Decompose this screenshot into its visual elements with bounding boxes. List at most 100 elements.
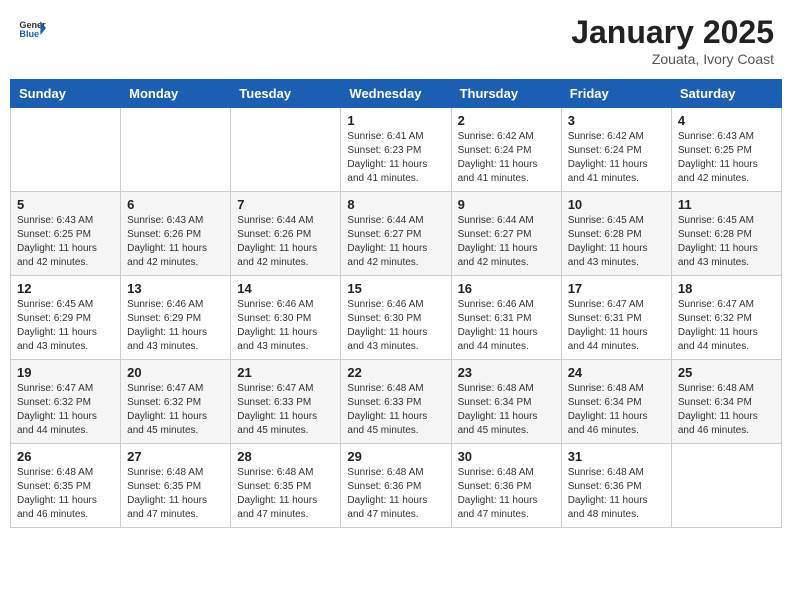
day-info: Sunrise: 6:46 AM Sunset: 6:30 PM Dayligh… [237,298,334,354]
calendar-cell: 19 Sunrise: 6:47 AM Sunset: 6:32 PM Dayli… [11,360,121,444]
weekday-header-saturday: Saturday [671,80,781,108]
page-header: General Blue January 2025 Zouata, Ivory … [10,10,782,71]
calendar-cell: 10Sunrise: 6:45 AM Sunset: 6:28 PM Dayli… [561,192,671,276]
day-info: Sunrise: 6:48 AM Sunset: 6:33 PM Dayligh… [347,382,444,438]
weekday-header-thursday: Thursday [451,80,561,108]
logo: General Blue [18,14,46,42]
weekday-header-wednesday: Wednesday [341,80,451,108]
calendar-cell [671,444,781,528]
calendar-cell: 3 Sunrise: 6:42 AM Sunset: 6:24 PM Daylig… [561,108,671,192]
calendar-cell: 23Sunrise: 6:48 AM Sunset: 6:34 PM Dayli… [451,360,561,444]
day-info: Sunrise: 6:42 AM Sunset: 6:24 PM Dayligh… [568,130,665,186]
calendar-cell: 31 Sunrise: 6:48 AM Sunset: 6:36 PM Dayli… [561,444,671,528]
calendar-cell [231,108,341,192]
calendar-cell: 7 Sunrise: 6:44 AM Sunset: 6:26 PM Daylig… [231,192,341,276]
day-number: 16 [458,281,555,296]
day-info: Sunrise: 6:46 AM Sunset: 6:31 PM Dayligh… [458,298,555,354]
day-number: 4 [678,113,775,128]
day-number: 29 [347,449,444,464]
calendar-week-row: 1 Sunrise: 6:41 AM Sunset: 6:23 PM Daylig… [11,108,782,192]
day-info: Sunrise: 6:47 AM Sunset: 6:32 PM Dayligh… [17,382,114,438]
day-info: Sunrise: 6:48 AM Sunset: 6:36 PM Dayligh… [458,466,555,522]
calendar-cell: 29 Sunrise: 6:48 AM Sunset: 6:36 PM Dayli… [341,444,451,528]
day-number: 12 [17,281,114,296]
day-info: Sunrise: 6:44 AM Sunset: 6:27 PM Dayligh… [347,214,444,270]
day-info: Sunrise: 6:47 AM Sunset: 6:31 PM Dayligh… [568,298,665,354]
calendar-cell: 13Sunrise: 6:46 AM Sunset: 6:29 PM Dayli… [121,276,231,360]
calendar-cell: 6 Sunrise: 6:43 AM Sunset: 6:26 PM Daylig… [121,192,231,276]
calendar-cell: 26Sunrise: 6:48 AM Sunset: 6:35 PM Dayli… [11,444,121,528]
svg-text:Blue: Blue [19,29,39,39]
day-info: Sunrise: 6:48 AM Sunset: 6:35 PM Dayligh… [127,466,224,522]
calendar-cell: 22 Sunrise: 6:48 AM Sunset: 6:33 PM Dayli… [341,360,451,444]
weekday-header-monday: Monday [121,80,231,108]
day-info: Sunrise: 6:47 AM Sunset: 6:32 PM Dayligh… [127,382,224,438]
weekday-header-row: SundayMondayTuesdayWednesdayThursdayFrid… [11,80,782,108]
day-number: 18 [678,281,775,296]
calendar-cell: 11 Sunrise: 6:45 AM Sunset: 6:28 PM Dayli… [671,192,781,276]
day-info: Sunrise: 6:44 AM Sunset: 6:26 PM Dayligh… [237,214,334,270]
day-info: Sunrise: 6:46 AM Sunset: 6:29 PM Dayligh… [127,298,224,354]
title-block: January 2025 Zouata, Ivory Coast [571,14,774,67]
day-number: 22 [347,365,444,380]
day-info: Sunrise: 6:45 AM Sunset: 6:28 PM Dayligh… [678,214,775,270]
day-info: Sunrise: 6:44 AM Sunset: 6:27 PM Dayligh… [458,214,555,270]
day-info: Sunrise: 6:43 AM Sunset: 6:26 PM Dayligh… [127,214,224,270]
day-number: 28 [237,449,334,464]
day-info: Sunrise: 6:48 AM Sunset: 6:34 PM Dayligh… [568,382,665,438]
day-info: Sunrise: 6:45 AM Sunset: 6:28 PM Dayligh… [568,214,665,270]
calendar-cell: 30 Sunrise: 6:48 AM Sunset: 6:36 PM Dayli… [451,444,561,528]
day-number: 30 [458,449,555,464]
day-number: 6 [127,197,224,212]
calendar-cell [121,108,231,192]
day-number: 1 [347,113,444,128]
calendar-cell: 5 Sunrise: 6:43 AM Sunset: 6:25 PM Daylig… [11,192,121,276]
calendar-week-row: 26Sunrise: 6:48 AM Sunset: 6:35 PM Dayli… [11,444,782,528]
weekday-header-sunday: Sunday [11,80,121,108]
calendar-cell: 1 Sunrise: 6:41 AM Sunset: 6:23 PM Daylig… [341,108,451,192]
page-subtitle: Zouata, Ivory Coast [571,51,774,67]
day-info: Sunrise: 6:48 AM Sunset: 6:36 PM Dayligh… [568,466,665,522]
day-info: Sunrise: 6:46 AM Sunset: 6:30 PM Dayligh… [347,298,444,354]
calendar-cell: 20 Sunrise: 6:47 AM Sunset: 6:32 PM Dayli… [121,360,231,444]
day-number: 27 [127,449,224,464]
day-number: 31 [568,449,665,464]
calendar-cell: 14 Sunrise: 6:46 AM Sunset: 6:30 PM Dayli… [231,276,341,360]
day-info: Sunrise: 6:47 AM Sunset: 6:33 PM Dayligh… [237,382,334,438]
day-number: 17 [568,281,665,296]
day-number: 5 [17,197,114,212]
day-number: 15 [347,281,444,296]
day-info: Sunrise: 6:43 AM Sunset: 6:25 PM Dayligh… [678,130,775,186]
day-info: Sunrise: 6:48 AM Sunset: 6:35 PM Dayligh… [17,466,114,522]
calendar-cell: 25Sunrise: 6:48 AM Sunset: 6:34 PM Dayli… [671,360,781,444]
day-info: Sunrise: 6:42 AM Sunset: 6:24 PM Dayligh… [458,130,555,186]
day-number: 20 [127,365,224,380]
day-info: Sunrise: 6:48 AM Sunset: 6:34 PM Dayligh… [678,382,775,438]
day-number: 24 [568,365,665,380]
calendar-cell: 18Sunrise: 6:47 AM Sunset: 6:32 PM Dayli… [671,276,781,360]
day-number: 7 [237,197,334,212]
day-number: 2 [458,113,555,128]
day-info: Sunrise: 6:48 AM Sunset: 6:36 PM Dayligh… [347,466,444,522]
day-info: Sunrise: 6:41 AM Sunset: 6:23 PM Dayligh… [347,130,444,186]
calendar-cell: 12Sunrise: 6:45 AM Sunset: 6:29 PM Dayli… [11,276,121,360]
calendar-cell [11,108,121,192]
weekday-header-tuesday: Tuesday [231,80,341,108]
day-number: 14 [237,281,334,296]
day-info: Sunrise: 6:43 AM Sunset: 6:25 PM Dayligh… [17,214,114,270]
calendar-cell: 24 Sunrise: 6:48 AM Sunset: 6:34 PM Dayli… [561,360,671,444]
calendar-table: SundayMondayTuesdayWednesdayThursdayFrid… [10,79,782,528]
day-number: 21 [237,365,334,380]
calendar-cell: 28 Sunrise: 6:48 AM Sunset: 6:35 PM Dayli… [231,444,341,528]
calendar-cell: 9Sunrise: 6:44 AM Sunset: 6:27 PM Daylig… [451,192,561,276]
calendar-cell: 16 Sunrise: 6:46 AM Sunset: 6:31 PM Dayli… [451,276,561,360]
calendar-cell: 17 Sunrise: 6:47 AM Sunset: 6:31 PM Dayli… [561,276,671,360]
day-number: 3 [568,113,665,128]
day-info: Sunrise: 6:48 AM Sunset: 6:35 PM Dayligh… [237,466,334,522]
calendar-cell: 27 Sunrise: 6:48 AM Sunset: 6:35 PM Dayli… [121,444,231,528]
weekday-header-friday: Friday [561,80,671,108]
calendar-cell: 15 Sunrise: 6:46 AM Sunset: 6:30 PM Dayli… [341,276,451,360]
day-number: 11 [678,197,775,212]
calendar-cell: 4 Sunrise: 6:43 AM Sunset: 6:25 PM Daylig… [671,108,781,192]
day-number: 19 [17,365,114,380]
